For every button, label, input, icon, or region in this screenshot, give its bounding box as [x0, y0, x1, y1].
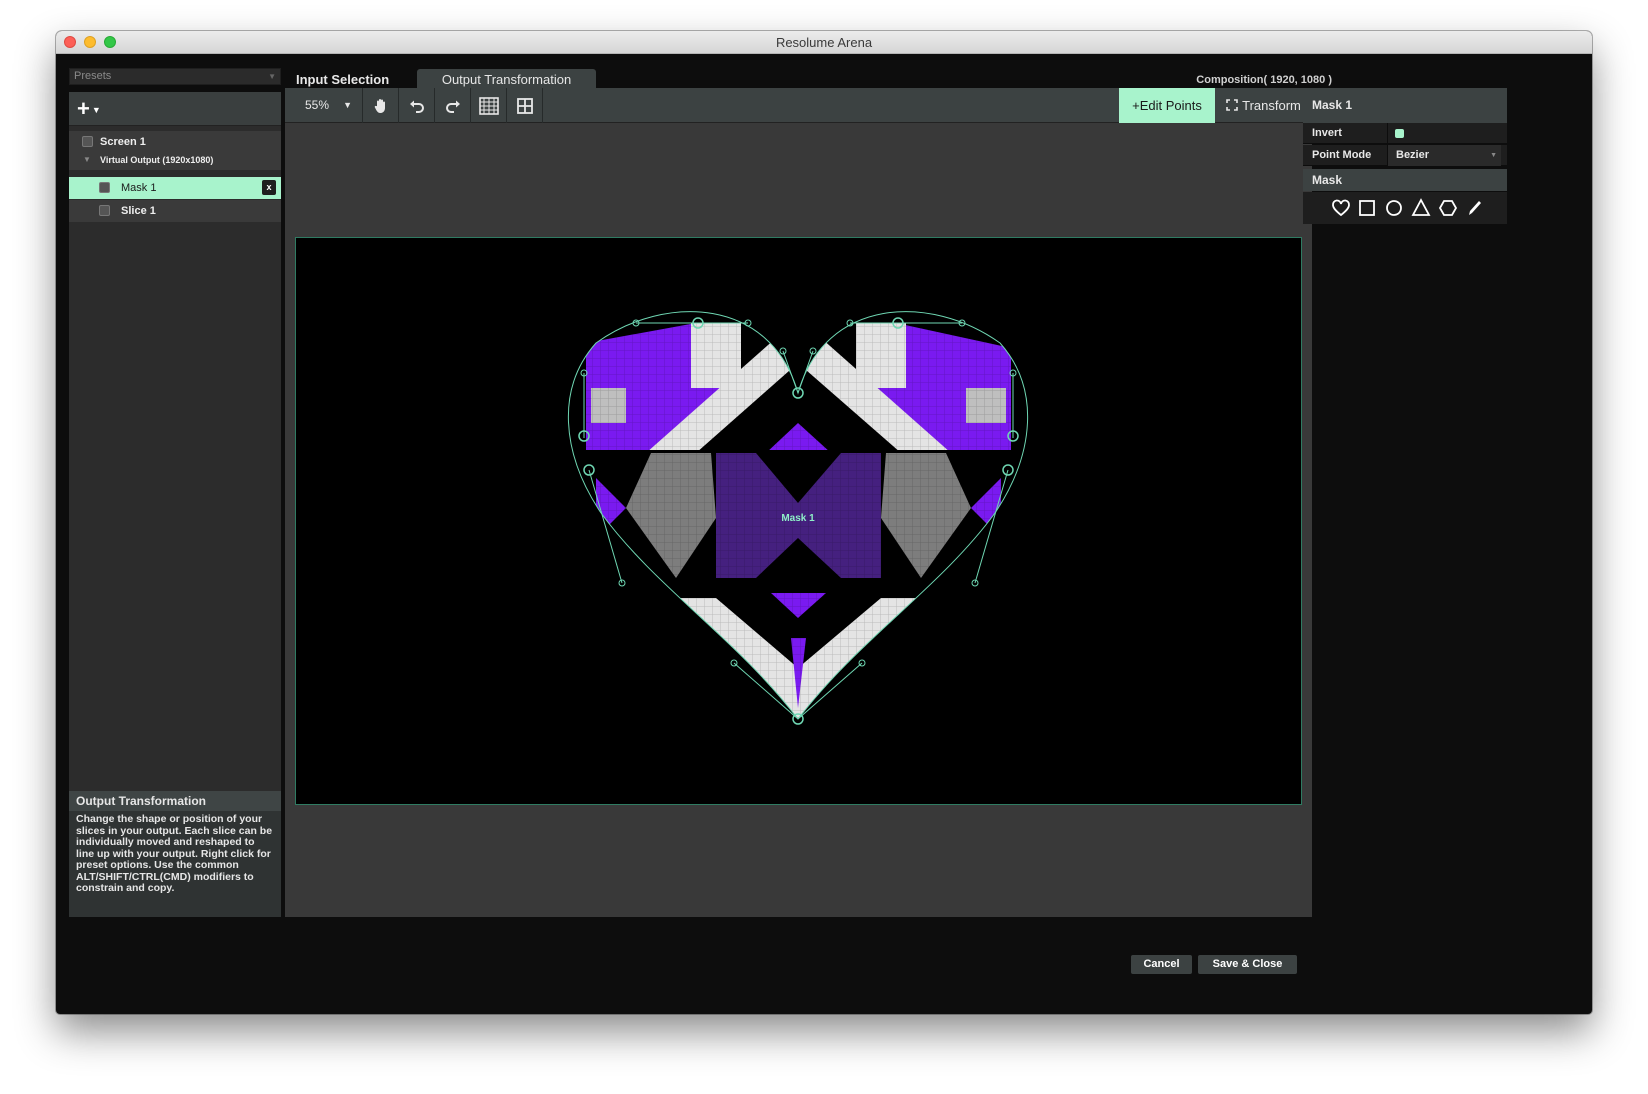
- invert-checkbox[interactable]: [1395, 129, 1404, 138]
- transform-label: Transform: [1242, 98, 1301, 113]
- point-mode-label: Point Mode: [1312, 149, 1372, 161]
- properties-title: Mask 1: [1303, 88, 1507, 123]
- pan-tool-button[interactable]: [363, 88, 399, 123]
- tree-item-label: Mask 1: [121, 182, 157, 194]
- pen-icon[interactable]: [1464, 197, 1486, 219]
- point-mode-value: Bezier: [1396, 149, 1430, 161]
- zoom-dropdown[interactable]: 55% ▼: [285, 88, 363, 123]
- redo-icon: [445, 100, 460, 113]
- app-window: Resolume Arena Presets ▼ Input Selection…: [56, 31, 1592, 1014]
- output-canvas[interactable]: Mask 1: [295, 237, 1302, 805]
- properties-panel: Mask 1 Invert Point Mode Bezier ▼ Mask: [1303, 88, 1507, 917]
- snap-grid-icon: [516, 98, 533, 114]
- tree-item-label: Slice 1: [121, 205, 156, 217]
- grid-icon: [478, 97, 499, 115]
- invert-value: [1387, 123, 1507, 144]
- mask-label: Mask 1: [781, 513, 815, 524]
- heart-mask-preview[interactable]: Mask 1: [296, 238, 1301, 804]
- hand-icon: [374, 99, 385, 113]
- heart-icon[interactable]: [1330, 197, 1352, 219]
- square-icon[interactable]: [1356, 197, 1378, 219]
- editor-area: 55% ▼ +Edit Points Transform Mask 1: [285, 88, 1312, 917]
- tree-item-mask[interactable]: Mask 1 x: [69, 177, 281, 199]
- add-toolbar: + ▼: [69, 92, 281, 126]
- invert-label: Invert: [1312, 127, 1342, 139]
- layer-tree-panel: + ▼ Screen 1 ▼ Virtual Output (1920x1080)…: [69, 92, 281, 862]
- help-title: Output Transformation: [69, 791, 281, 811]
- undo-button[interactable]: [399, 88, 435, 123]
- tree-item-virtual-output[interactable]: ▼ Virtual Output (1920x1080): [69, 150, 281, 170]
- mask-checkbox[interactable]: [99, 182, 110, 193]
- snap-grid-button[interactable]: [507, 88, 543, 123]
- remove-mask-button[interactable]: x: [262, 180, 276, 195]
- window-title: Resolume Arena: [775, 35, 873, 50]
- plus-icon: +: [77, 96, 90, 121]
- chevron-down-icon: ▼: [1490, 152, 1497, 159]
- point-mode-row: Point Mode Bezier ▼: [1303, 145, 1507, 166]
- chevron-down-icon: ▼: [343, 100, 352, 110]
- undo-icon: [409, 100, 424, 113]
- redo-button[interactable]: [435, 88, 471, 123]
- disclosure-triangle-icon[interactable]: ▼: [83, 150, 91, 170]
- edit-points-label: Edit Points: [1139, 98, 1202, 113]
- editor-toolbar: 55% ▼ +Edit Points Transform: [285, 88, 1312, 123]
- point-mode-select[interactable]: Bezier ▼: [1387, 145, 1501, 166]
- save-close-button[interactable]: Save & Close: [1198, 955, 1297, 974]
- slice-checkbox[interactable]: [99, 205, 110, 216]
- chevron-down-icon: ▼: [91, 105, 101, 116]
- chevron-down-icon: ▼: [268, 72, 276, 81]
- edit-points-button[interactable]: +Edit Points: [1119, 88, 1215, 123]
- invert-row: Invert: [1303, 123, 1507, 144]
- add-button[interactable]: + ▼: [77, 97, 101, 122]
- zoom-value: 55%: [305, 98, 330, 112]
- minimize-window-button[interactable]: [84, 36, 96, 48]
- hexagon-icon[interactable]: [1437, 197, 1459, 219]
- transform-icon: [1226, 99, 1238, 111]
- close-window-button[interactable]: [64, 36, 76, 48]
- grid-overlay-button[interactable]: [471, 88, 507, 123]
- circle-icon[interactable]: [1383, 197, 1405, 219]
- help-text: Change the shape or position of your sli…: [69, 811, 281, 917]
- plus-icon: +: [1132, 98, 1140, 113]
- title-bar: Resolume Arena: [56, 31, 1592, 54]
- tree-item-label: Virtual Output (1920x1080): [100, 155, 214, 165]
- tree-item-slice[interactable]: Slice 1: [69, 200, 281, 222]
- maximize-window-button[interactable]: [104, 36, 116, 48]
- mask-shape-tools: [1303, 192, 1507, 224]
- screen-checkbox[interactable]: [82, 136, 93, 147]
- presets-label: Presets: [74, 70, 112, 82]
- transform-button[interactable]: Transform: [1215, 88, 1312, 123]
- cancel-button[interactable]: Cancel: [1131, 955, 1192, 974]
- mask-section-header: Mask: [1303, 169, 1507, 191]
- presets-dropdown[interactable]: Presets ▼: [69, 68, 281, 85]
- triangle-icon[interactable]: [1410, 197, 1432, 219]
